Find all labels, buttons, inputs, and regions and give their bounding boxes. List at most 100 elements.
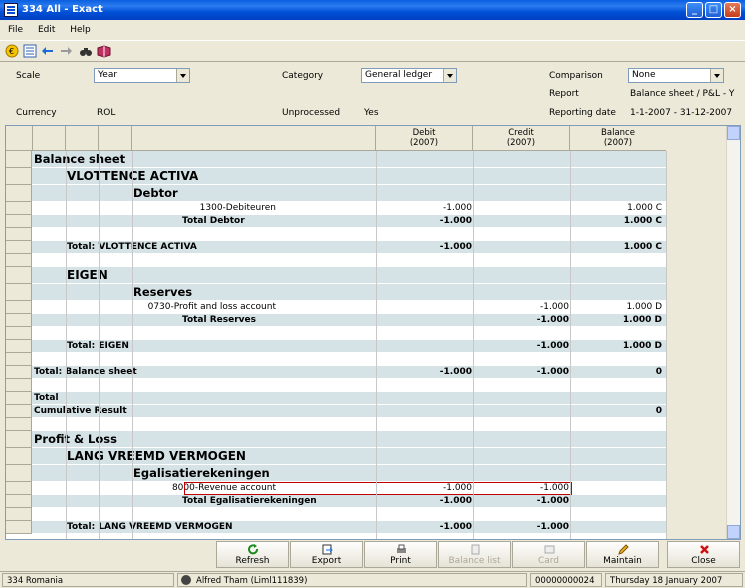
unprocessed-label: Unprocessed [282,108,341,118]
row-label: Total Egalisatierekeningen [182,496,317,506]
report-grid[interactable]: Debit (2007) Credit (2007) Balance (2007… [5,125,741,540]
row-selector[interactable] [6,431,32,448]
row-selector[interactable] [6,508,32,521]
debit-header-year: (2007) [409,138,439,148]
row-selector[interactable] [6,241,32,254]
debit-header-label: Debit [412,128,436,138]
row-selector[interactable] [6,215,32,228]
row-selector[interactable] [6,228,32,241]
balance-list-button[interactable]: Balance list [438,541,511,568]
scale-label: Scale [16,71,41,81]
row-selector[interactable] [6,168,32,185]
card-icon [544,545,555,554]
row-selector[interactable] [6,521,32,534]
column-header[interactable] [99,126,132,151]
row-selector[interactable] [6,284,32,301]
column-header-balance[interactable]: Balance (2007) [570,126,667,151]
vertical-scrollbar[interactable] [726,126,740,539]
menu-file[interactable]: File [0,21,27,35]
row-label: Profit & Loss [34,432,117,446]
row-selector[interactable] [6,202,32,215]
row-selector[interactable] [6,482,32,495]
svg-text:€: € [9,47,14,56]
status-company: 334 Romania [2,573,174,587]
report-label: Report [549,89,579,99]
scale-select[interactable]: Year [94,68,190,83]
binoculars-icon[interactable] [79,44,93,58]
row-selector[interactable] [6,151,32,168]
minimize-button[interactable]: _ [686,2,703,18]
debit-value [376,314,472,327]
row-selector[interactable] [6,267,32,284]
row-selector[interactable] [6,392,32,405]
credit-header-label: Credit [508,128,534,138]
row-selector[interactable] [6,405,32,418]
chevron-down-icon[interactable] [710,69,723,82]
row-selector[interactable] [6,353,32,366]
scroll-down-icon[interactable] [727,525,740,539]
unprocessed-value: Yes [364,108,379,118]
debit-value: -1.000 [442,203,472,213]
row-selector[interactable] [6,448,32,465]
balance-list-label: Balance list [448,556,501,566]
book-icon[interactable] [97,44,111,58]
row-selector[interactable] [6,327,32,340]
scroll-up-icon[interactable] [727,126,740,140]
back-arrow-icon[interactable] [41,44,55,58]
status-bar: 334 Romania Alfred Tham (Liml111839) 000… [0,571,745,588]
row-header-corner [6,126,33,151]
print-label: Print [390,556,411,566]
debit-value: -1.000 [439,216,472,226]
row-selector[interactable] [6,254,32,267]
column-header[interactable] [132,126,376,151]
column-header-credit[interactable]: Credit (2007) [473,126,570,151]
currency-value: ROL [97,108,116,118]
debit-value: -1.000 [439,522,472,532]
row-selector[interactable] [6,366,32,379]
menu-edit[interactable]: Edit [30,21,59,35]
row-selector[interactable] [6,418,32,431]
credit-value: -1.000 [539,302,569,312]
report-value: Balance sheet / P&L - Y [630,89,735,99]
forward-arrow-icon[interactable] [59,44,73,58]
reporting-date-value: 1-1-2007 - 31-12-2007 [630,108,733,118]
menu-help[interactable]: Help [62,21,95,35]
row-selector[interactable] [6,465,32,482]
row-selector[interactable] [6,379,32,392]
close-icon [700,545,709,554]
row-selector[interactable] [6,495,32,508]
row-label: EIGEN [67,268,108,282]
close-button[interactable]: Close [667,541,740,568]
row-selector[interactable] [6,340,32,353]
balance-header-year: (2007) [603,138,633,148]
column-header[interactable] [33,126,66,151]
currency-icon[interactable]: € [5,44,19,58]
status-date: Thursday 18 January 2007 [605,573,743,587]
row-label: Total: EIGEN [67,341,129,351]
chevron-down-icon[interactable] [443,69,456,82]
card-label: Card [537,556,560,566]
maintain-label: Maintain [603,556,642,566]
row-selector[interactable] [6,301,32,314]
grid-line [473,151,474,539]
row-selector[interactable] [6,185,32,202]
refresh-button[interactable]: Refresh [216,541,289,568]
category-select[interactable]: General ledger [361,68,457,83]
currency-label: Currency [16,108,57,118]
maintain-button[interactable]: Maintain [586,541,659,568]
balance-value: 1.000 C [627,203,662,213]
print-button[interactable]: Print [364,541,437,568]
chevron-down-icon[interactable] [176,69,189,82]
export-button[interactable]: Export [290,541,363,568]
row-label: Total [34,393,59,403]
comparison-select[interactable]: None [628,68,724,83]
column-header-debit[interactable]: Debit (2007) [376,126,473,151]
row-selector[interactable] [6,314,32,327]
close-window-button[interactable]: × [724,2,741,18]
card-button[interactable]: Card [512,541,585,568]
credit-value: -1.000 [536,367,569,377]
row-label: Total Debtor [182,216,245,226]
list-icon[interactable] [23,44,37,58]
maximize-button[interactable]: □ [705,2,722,18]
column-header[interactable] [66,126,99,151]
